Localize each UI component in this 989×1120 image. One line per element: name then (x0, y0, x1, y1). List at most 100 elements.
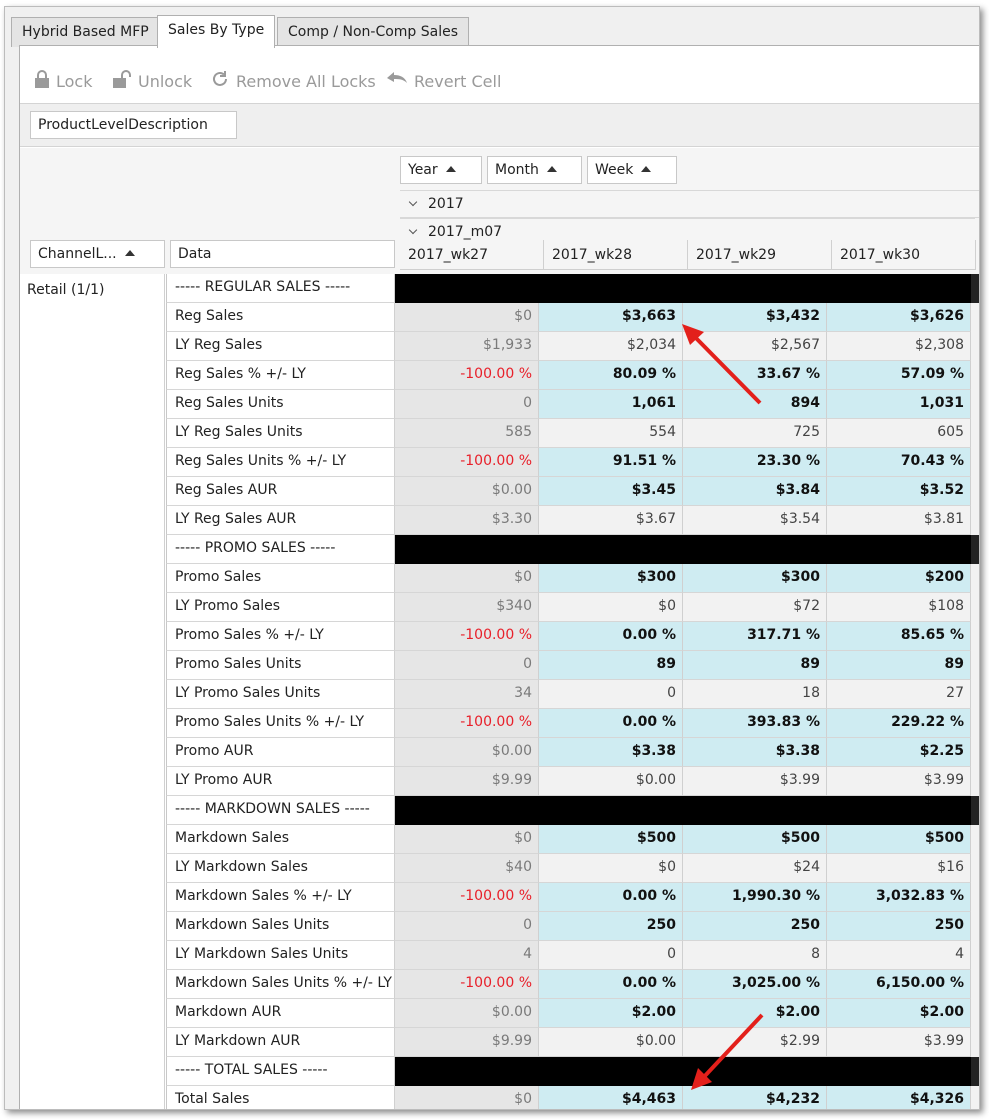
value-cell-wk28[interactable]: 80.09 % (539, 361, 683, 390)
value-cell-wk30[interactable]: $2,308 (827, 332, 971, 361)
value-cell-wk27[interactable]: 34 (395, 680, 539, 709)
week-header-wk28[interactable]: 2017_wk28 (544, 240, 688, 270)
value-cell-wk29[interactable]: $2.99 (683, 1028, 827, 1057)
value-cell-wk27[interactable]: $3.30 (395, 506, 539, 535)
value-cell-wk29[interactable]: 317.71 % (683, 622, 827, 651)
value-cell-wk29[interactable]: $4,232 (683, 1086, 827, 1109)
value-cell-wk28[interactable]: 0 (539, 941, 683, 970)
value-cell-wk28[interactable]: 554 (539, 419, 683, 448)
value-cell-wk30[interactable]: $108 (827, 593, 971, 622)
remove-all-locks-button[interactable]: Remove All Locks (210, 68, 376, 94)
value-cell-wk27[interactable]: $9.99 (395, 767, 539, 796)
tab-comp-non-comp-sales[interactable]: Comp / Non-Comp Sales (277, 17, 470, 47)
value-cell-wk28[interactable]: $3.67 (539, 506, 683, 535)
value-cell-wk27[interactable]: $0 (395, 825, 539, 854)
value-cell-wk27[interactable]: $0 (395, 564, 539, 593)
value-cell-wk27[interactable]: -100.00 % (395, 361, 539, 390)
value-cell-wk27[interactable]: -100.00 % (395, 883, 539, 912)
value-cell-wk30[interactable]: $500 (827, 825, 971, 854)
value-cell-wk29[interactable]: 18 (683, 680, 827, 709)
value-cell-wk28[interactable]: 0.00 % (539, 622, 683, 651)
value-cell-wk27[interactable]: $0.00 (395, 738, 539, 767)
column-field-year[interactable]: Year (400, 156, 482, 184)
value-cell-wk29[interactable]: 894 (683, 390, 827, 419)
value-cell-wk30[interactable]: 27 (827, 680, 971, 709)
value-cell-wk30[interactable]: 85.65 % (827, 622, 971, 651)
value-cell-wk27[interactable]: $40 (395, 854, 539, 883)
column-field-week[interactable]: Week (587, 156, 677, 184)
value-cell-wk28[interactable]: 0.00 % (539, 883, 683, 912)
value-cell-wk30[interactable]: $3.52 (827, 477, 971, 506)
value-cell-wk28[interactable]: $2.00 (539, 999, 683, 1028)
value-cell-wk30[interactable]: $3.99 (827, 767, 971, 796)
value-cell-wk27[interactable]: $0 (395, 1086, 539, 1109)
value-cell-wk27[interactable]: 585 (395, 419, 539, 448)
value-cell-wk28[interactable]: $300 (539, 564, 683, 593)
value-cell-wk29[interactable]: $3.38 (683, 738, 827, 767)
value-cell-wk28[interactable]: $3.45 (539, 477, 683, 506)
revert-cell-button[interactable]: Revert Cell (386, 68, 501, 94)
value-cell-wk27[interactable]: 4 (395, 941, 539, 970)
value-cell-wk30[interactable]: 57.09 % (827, 361, 971, 390)
value-cell-wk29[interactable]: $2,567 (683, 332, 827, 361)
value-cell-wk29[interactable]: $2.00 (683, 999, 827, 1028)
value-cell-wk27[interactable]: $0.00 (395, 999, 539, 1028)
value-cell-wk28[interactable]: 89 (539, 651, 683, 680)
row-field-data[interactable]: Data (170, 240, 395, 268)
value-cell-wk30[interactable]: $4,326 (827, 1086, 971, 1109)
value-cell-wk30[interactable]: $3.81 (827, 506, 971, 535)
value-cell-wk27[interactable]: -100.00 % (395, 709, 539, 738)
value-cell-wk29[interactable]: $3,432 (683, 303, 827, 332)
value-cell-wk29[interactable]: 33.67 % (683, 361, 827, 390)
value-cell-wk28[interactable]: 91.51 % (539, 448, 683, 477)
value-cell-wk27[interactable]: $340 (395, 593, 539, 622)
value-cell-wk30[interactable]: 6,150.00 % (827, 970, 971, 999)
row-field-channel[interactable]: ChannelL... (30, 240, 165, 268)
value-cell-wk30[interactable]: 3,032.83 % (827, 883, 971, 912)
value-cell-wk27[interactable]: $9.99 (395, 1028, 539, 1057)
value-cell-wk28[interactable]: $3,663 (539, 303, 683, 332)
value-cell-wk29[interactable]: $3.54 (683, 506, 827, 535)
value-cell-wk28[interactable]: $3.38 (539, 738, 683, 767)
value-cell-wk29[interactable]: 23.30 % (683, 448, 827, 477)
value-cell-wk27[interactable]: $1,933 (395, 332, 539, 361)
value-cell-wk29[interactable]: 250 (683, 912, 827, 941)
week-header-wk30[interactable]: 2017_wk30 (832, 240, 976, 270)
value-cell-wk30[interactable]: $2.00 (827, 999, 971, 1028)
lock-button[interactable]: Lock (34, 68, 92, 94)
value-cell-wk29[interactable]: 393.83 % (683, 709, 827, 738)
value-cell-wk30[interactable]: 89 (827, 651, 971, 680)
value-cell-wk27[interactable]: 0 (395, 651, 539, 680)
value-cell-wk27[interactable]: $0 (395, 303, 539, 332)
value-cell-wk30[interactable]: $3.99 (827, 1028, 971, 1057)
filter-field-product-level-description[interactable]: ProductLevelDescription (30, 111, 237, 139)
value-cell-wk27[interactable]: $0.00 (395, 477, 539, 506)
value-cell-wk30[interactable]: 229.22 % (827, 709, 971, 738)
value-cell-wk29[interactable]: $72 (683, 593, 827, 622)
value-cell-wk27[interactable]: 0 (395, 912, 539, 941)
value-cell-wk29[interactable]: $500 (683, 825, 827, 854)
channel-value-retail[interactable]: Retail (1/1) (27, 282, 104, 298)
value-cell-wk30[interactable]: $3,626 (827, 303, 971, 332)
value-cell-wk30[interactable]: $200 (827, 564, 971, 593)
value-cell-wk28[interactable]: $0.00 (539, 767, 683, 796)
value-cell-wk30[interactable]: $2.25 (827, 738, 971, 767)
value-cell-wk28[interactable]: 1,061 (539, 390, 683, 419)
value-cell-wk28[interactable]: $2,034 (539, 332, 683, 361)
value-cell-wk30[interactable]: $16 (827, 854, 971, 883)
value-cell-wk30[interactable]: 250 (827, 912, 971, 941)
column-field-month[interactable]: Month (487, 156, 582, 184)
value-cell-wk29[interactable]: 8 (683, 941, 827, 970)
value-cell-wk28[interactable]: $500 (539, 825, 683, 854)
value-cell-wk30[interactable]: 1,031 (827, 390, 971, 419)
value-cell-wk28[interactable]: 0 (539, 680, 683, 709)
week-header-wk29[interactable]: 2017_wk29 (688, 240, 832, 270)
week-header-wk27[interactable]: 2017_wk27 (400, 240, 544, 270)
value-cell-wk29[interactable]: 725 (683, 419, 827, 448)
value-cell-wk27[interactable]: 0 (395, 390, 539, 419)
value-cell-wk29[interactable]: $3.99 (683, 767, 827, 796)
year-expander[interactable]: 2017 (400, 190, 979, 218)
value-cell-wk29[interactable]: $300 (683, 564, 827, 593)
value-cell-wk30[interactable]: 605 (827, 419, 971, 448)
value-cell-wk28[interactable]: 0.00 % (539, 709, 683, 738)
